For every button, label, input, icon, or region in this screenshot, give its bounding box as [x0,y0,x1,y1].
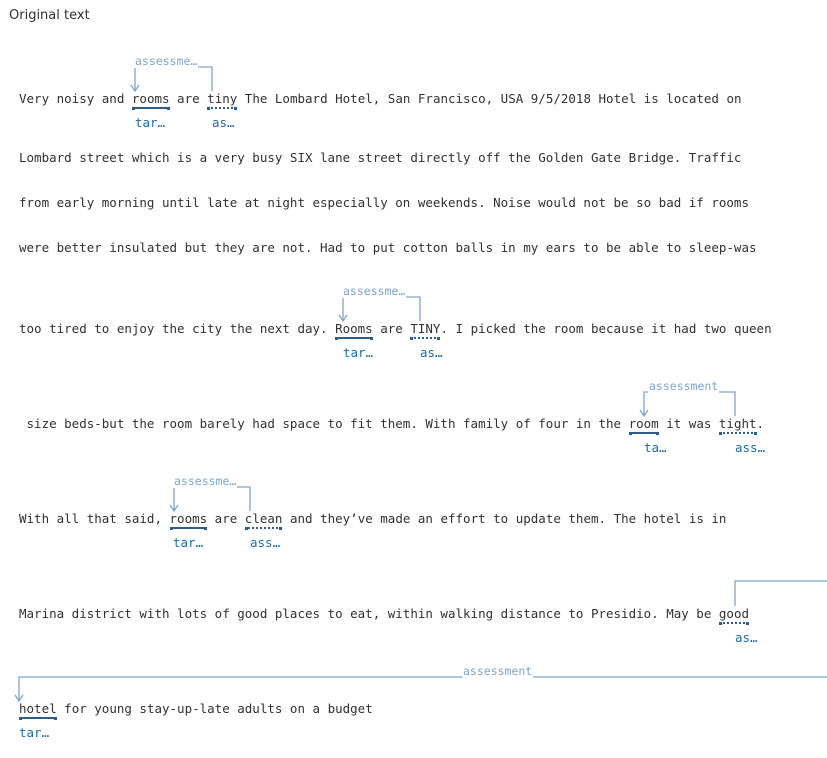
text-line: were better insulated but they are not. … [19,240,757,255]
text-line: from early morning until late at night e… [19,195,749,210]
arc-hotel-good [18,676,827,701]
assessment-word[interactable]: clean [244,511,283,530]
arc-label: assessme… [342,284,407,298]
target-word[interactable]: rooms [169,511,208,530]
arc-rooms-tiny [134,66,213,91]
arc-rooms-clean [173,486,251,511]
tag-target[interactable]: tar… [135,115,165,130]
tag-target[interactable]: tar… [173,535,203,550]
tag-target[interactable]: tar… [19,725,49,740]
text-line: With all that said, rooms are clean and … [19,511,726,530]
panel-heading: Original text [9,8,90,23]
arc-room-tight [643,391,736,416]
target-word[interactable]: rooms [131,91,170,110]
target-word[interactable]: room [628,416,659,435]
arc-label: assessme… [173,474,238,488]
arc-good-up [734,580,827,606]
tag-assessment[interactable]: as… [735,630,758,645]
tag-target[interactable]: tar… [343,345,373,360]
text-line: too tired to enjoy the city the next day… [19,321,772,340]
text-line: hotel for young stay-up-late adults on a… [19,701,373,720]
arc-label: assessment [462,664,534,678]
arc-label: assessme… [134,54,199,68]
target-word[interactable]: hotel [19,701,57,720]
assessment-word[interactable]: good [718,606,750,625]
arc-label: assessment [648,379,720,393]
assessment-word[interactable]: tight [718,416,757,435]
target-word[interactable]: Rooms [335,321,373,340]
tag-assessment[interactable]: as… [212,115,235,130]
arc-rooms-tiny-2 [342,296,421,321]
tag-assessment[interactable]: ass… [250,535,280,550]
assessment-word[interactable]: TINY [410,321,441,340]
text-line: size beds-but the room barely had space … [19,416,764,435]
tag-target[interactable]: ta… [644,440,667,455]
text-line: Lombard street which is a very busy SIX … [19,150,742,165]
tag-assessment[interactable]: as… [420,345,443,360]
tag-assessment[interactable]: ass… [735,440,765,455]
text-line: Very noisy and rooms are tiny The Lombar… [19,91,742,110]
text-line: Marina district with lots of good places… [19,606,750,625]
assessment-word[interactable]: tiny [207,91,238,110]
